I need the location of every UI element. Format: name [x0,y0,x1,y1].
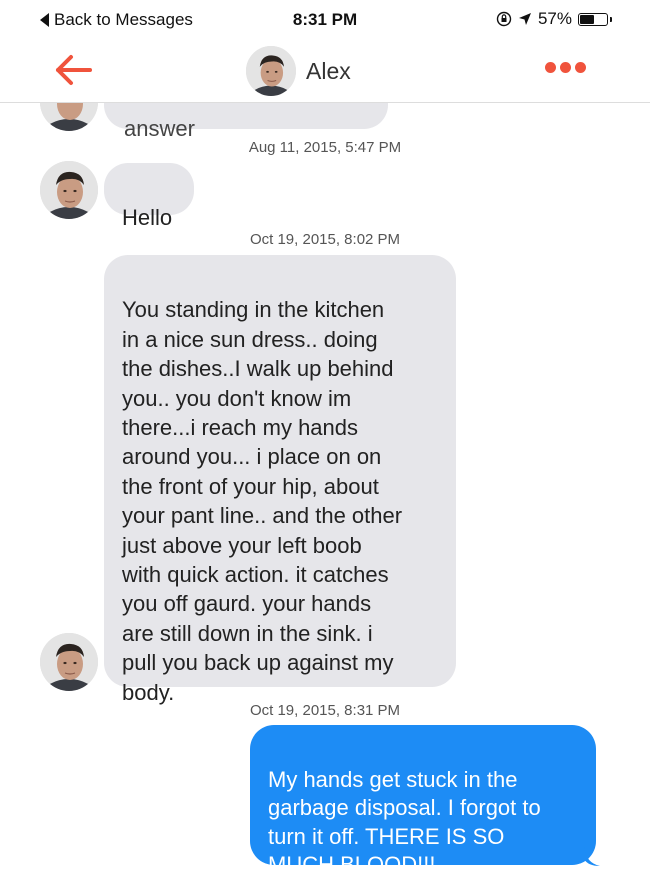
orientation-lock-icon [496,11,512,27]
battery-icon [578,12,612,26]
avatar [40,103,98,131]
contact-photo-icon [40,103,98,131]
incoming-message-bubble[interactable]: You standing in the kitchen in a nice su… [104,255,456,705]
message-text: My hands get stuck in the garbage dispos… [268,766,541,871]
message-thread[interactable]: answer Aug 11, 2015, 5:47 PM Hello Oct 1… [0,103,650,871]
more-dot-icon [545,62,556,73]
back-arrow-icon[interactable] [54,52,94,88]
battery-level-fill [580,14,594,24]
more-dot-icon [560,62,571,73]
contact-header[interactable]: Alex [246,46,351,96]
status-bar: Back to Messages 8:31 PM 57% [0,0,650,40]
incoming-message-bubble[interactable]: Hello [104,163,194,230]
location-arrow-icon [518,13,531,25]
message-text: Hello [122,205,173,231]
message-timestamp: Aug 11, 2015, 5:47 PM [248,139,402,156]
conversation-header: Alex [0,40,650,103]
contact-photo-icon [40,633,98,691]
contact-photo-icon [246,46,296,96]
battery-percentage: 57% [537,9,572,28]
message-timestamp: Oct 19, 2015, 8:02 PM [249,231,401,248]
contact-photo-icon [40,161,98,219]
partial-message-text: answer [124,116,195,142]
outgoing-message-bubble[interactable]: My hands get stuck in the garbage dispos… [250,725,596,871]
avatar [40,161,98,219]
status-indicators: 57% [496,9,612,29]
avatar [246,46,296,96]
message-text: You standing in the kitchen in a nice su… [122,297,403,705]
more-options-button[interactable] [545,62,586,73]
message-bubble-partial: answer [104,103,388,141]
avatar [40,633,98,691]
more-dot-icon [575,62,586,73]
bubble-tail-icon [584,847,600,866]
message-timestamp: Oct 19, 2015, 8:31 PM [249,702,401,719]
contact-name: Alex [306,57,351,84]
